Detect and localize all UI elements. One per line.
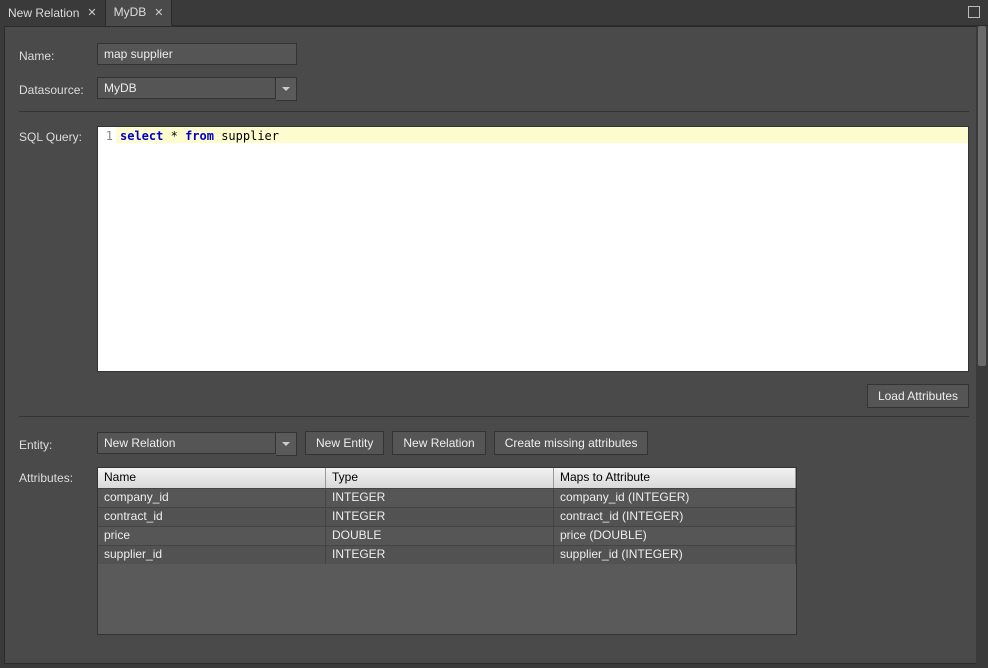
cell-maps: company_id (INTEGER)	[554, 489, 796, 507]
close-icon[interactable]: ✕	[87, 6, 96, 19]
cell-name: supplier_id	[98, 546, 326, 564]
sql-label: SQL Query:	[19, 126, 97, 144]
window: New Relation ✕ MyDB ✕ Name: Datasource: …	[0, 0, 988, 668]
datasource-label: Datasource:	[19, 79, 97, 97]
entity-label: Entity:	[19, 434, 97, 452]
table-row[interactable]: supplier_id INTEGER supplier_id (INTEGER…	[98, 545, 796, 564]
col-type[interactable]: Type	[326, 468, 554, 488]
table-row[interactable]: company_id INTEGER company_id (INTEGER)	[98, 488, 796, 507]
tab-new-relation[interactable]: New Relation ✕	[0, 0, 106, 26]
entity-value: New Relation	[97, 432, 276, 454]
sql-editor[interactable]: 1 select * from supplier	[97, 126, 969, 372]
attributes-table: Name Type Maps to Attribute company_id I…	[97, 467, 797, 635]
tab-bar: New Relation ✕ MyDB ✕	[0, 0, 988, 26]
maximize-icon[interactable]	[968, 6, 980, 18]
entity-combo[interactable]: New Relation	[97, 432, 297, 454]
editor-panel: Name: Datasource: MyDB SQL Query: 1 sele…	[4, 26, 984, 664]
chevron-down-icon[interactable]	[276, 77, 297, 101]
tab-mydb[interactable]: MyDB ✕	[106, 0, 173, 26]
sql-identifier: supplier	[221, 129, 279, 143]
table-header: Name Type Maps to Attribute	[98, 468, 796, 488]
table-body: company_id INTEGER company_id (INTEGER) …	[98, 488, 796, 564]
cell-type: INTEGER	[326, 508, 554, 526]
new-entity-button[interactable]: New Entity	[305, 431, 384, 455]
tab-label: MyDB	[114, 5, 147, 19]
chevron-down-icon[interactable]	[276, 432, 297, 456]
cell-type: INTEGER	[326, 489, 554, 507]
col-maps[interactable]: Maps to Attribute	[554, 468, 796, 488]
scrollbar-thumb[interactable]	[978, 26, 986, 366]
attributes-label: Attributes:	[19, 467, 97, 485]
cell-name: price	[98, 527, 326, 545]
tab-label: New Relation	[8, 6, 79, 20]
cell-type: INTEGER	[326, 546, 554, 564]
cell-name: contract_id	[98, 508, 326, 526]
table-row[interactable]: contract_id INTEGER contract_id (INTEGER…	[98, 507, 796, 526]
name-label: Name:	[19, 45, 97, 63]
sql-code[interactable]: select * from supplier	[116, 127, 968, 371]
cell-maps: supplier_id (INTEGER)	[554, 546, 796, 564]
cell-type: DOUBLE	[326, 527, 554, 545]
sql-token: *	[171, 129, 178, 143]
create-missing-attributes-button[interactable]: Create missing attributes	[494, 431, 649, 455]
close-icon[interactable]: ✕	[154, 6, 163, 19]
sql-keyword: select	[120, 129, 163, 143]
load-attributes-button[interactable]: Load Attributes	[867, 384, 969, 408]
sql-keyword: from	[185, 129, 214, 143]
table-empty-area	[98, 564, 796, 634]
cell-maps: contract_id (INTEGER)	[554, 508, 796, 526]
name-input[interactable]	[97, 43, 297, 65]
sql-gutter: 1	[98, 127, 116, 371]
datasource-value: MyDB	[97, 77, 276, 99]
col-name[interactable]: Name	[98, 468, 326, 488]
cell-maps: price (DOUBLE)	[554, 527, 796, 545]
cell-name: company_id	[98, 489, 326, 507]
table-row[interactable]: price DOUBLE price (DOUBLE)	[98, 526, 796, 545]
scrollbar[interactable]	[976, 26, 988, 664]
new-relation-button[interactable]: New Relation	[392, 431, 485, 455]
datasource-combo[interactable]: MyDB	[97, 77, 297, 99]
